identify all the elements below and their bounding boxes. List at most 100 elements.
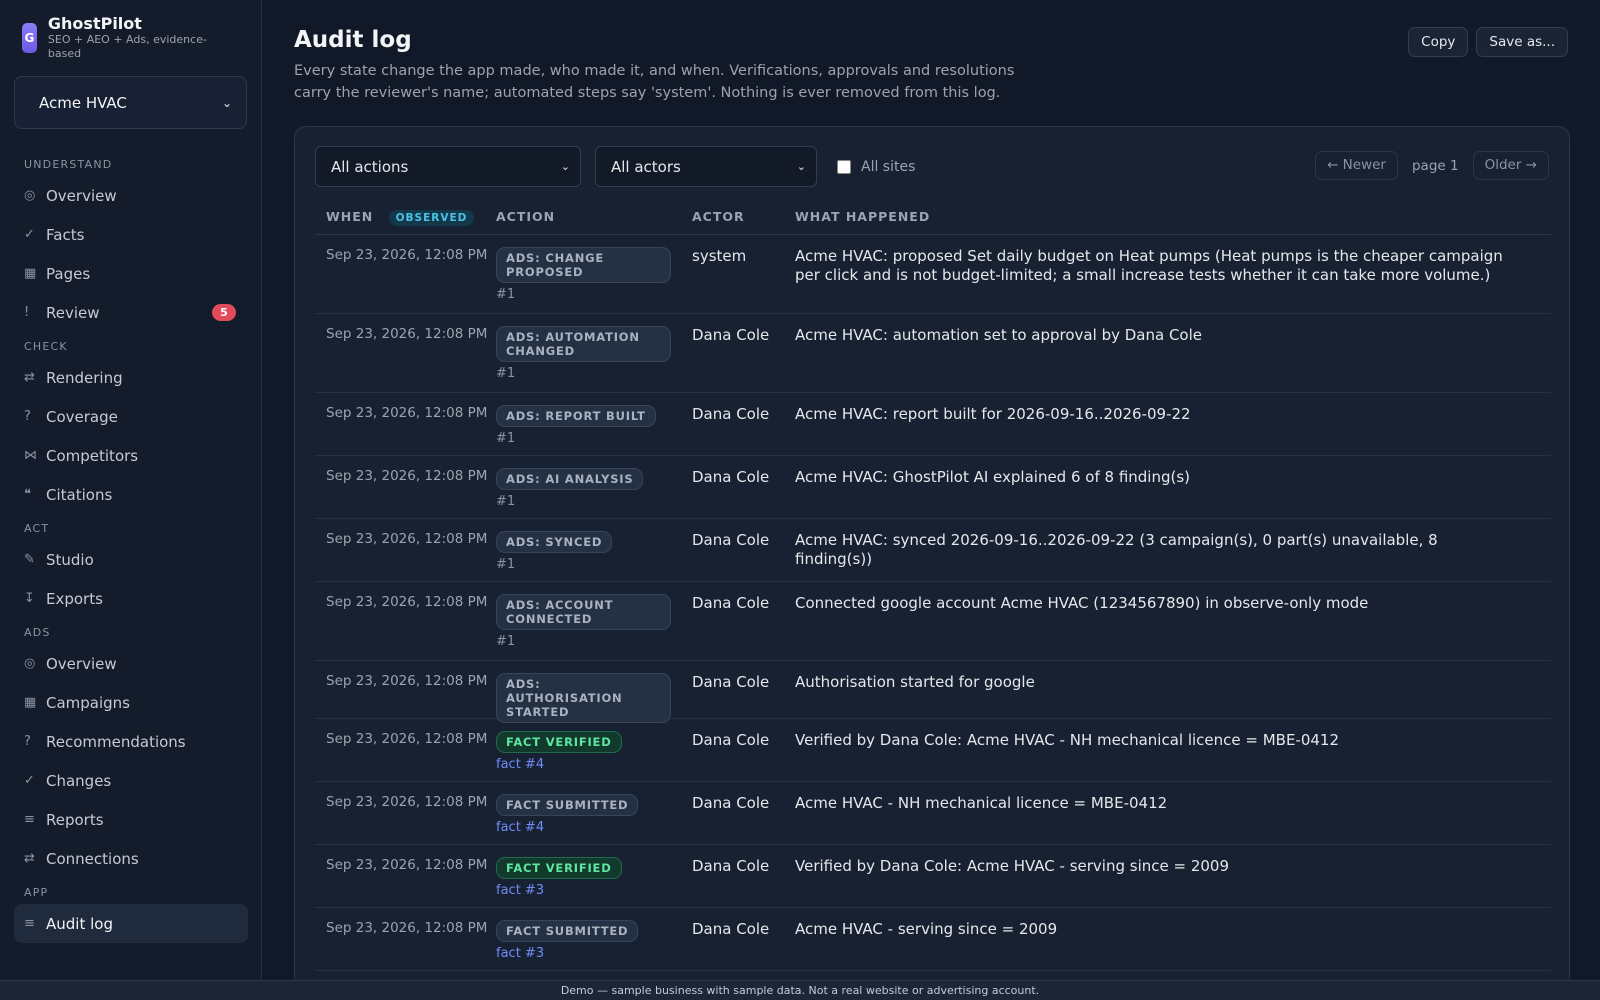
row-description: Acme HVAC: automation set to approval by…	[795, 326, 1202, 344]
list-icon: ≡	[24, 812, 35, 827]
row-timestamp: Sep 23, 2026, 12:08 PM	[326, 857, 488, 873]
sidebar-item-campaigns[interactable]: ▦ Campaigns	[0, 683, 261, 722]
table-row[interactable]: Sep 23, 2026, 12:08 PM ADS: ACCOUNT CONN…	[315, 582, 1551, 661]
sidebar-item-reports[interactable]: ≡ Reports	[0, 800, 261, 839]
sidebar-item-label: Competitors	[46, 446, 139, 465]
all-sites-toggle[interactable]: All sites	[837, 159, 915, 175]
sidebar-item-label: Review	[46, 303, 100, 322]
row-timestamp: Sep 23, 2026, 12:08 PM	[326, 731, 488, 747]
column-header-what: WHAT HAPPENED	[795, 209, 931, 224]
action-badge: ADS: ACCOUNT CONNECTED	[496, 594, 671, 630]
row-description: Acme HVAC: proposed Set daily budget on …	[795, 247, 1503, 284]
sidebar-item-label: Overview	[46, 186, 117, 205]
action-badge: ADS: AUTOMATION CHANGED	[496, 326, 671, 362]
sidebar-item-audit-log[interactable]: ≡ Audit log	[14, 904, 248, 943]
sidebar-item-changes[interactable]: ✓ Changes	[0, 761, 261, 800]
nav-section-title: ADS	[24, 626, 51, 639]
row-timestamp: Sep 23, 2026, 12:08 PM	[326, 247, 488, 263]
sidebar-item-label: Changes	[46, 771, 112, 790]
nav-section-title: UNDERSTAND	[24, 158, 113, 171]
action-badge: ADS: AI ANALYSIS	[496, 468, 644, 490]
action-badge: ADS: AUTHORISATION STARTED	[496, 673, 671, 723]
table-row[interactable]: Sep 23, 2026, 12:08 PM ADS: AI ANALYSIS …	[315, 456, 1551, 519]
table-row[interactable]: Sep 23, 2026, 12:08 PM FACT SUBMITTED fa…	[315, 908, 1551, 971]
row-action: ADS: AI ANALYSIS #1	[496, 468, 671, 509]
sidebar-item-citations[interactable]: ❝ Citations	[0, 475, 261, 514]
column-header-when[interactable]: WHEN OBSERVED	[326, 209, 475, 226]
nav-section-title: ACT	[24, 522, 50, 535]
row-actor: Dana Cole	[692, 594, 770, 612]
row-actor: Dana Cole	[692, 673, 770, 691]
row-actor: Dana Cole	[692, 531, 770, 549]
campaigns-icon: ▦	[24, 695, 37, 710]
newer-button[interactable]: ← Newer	[1315, 151, 1398, 180]
sidebar-item-label: Reports	[46, 810, 104, 829]
list-icon: ≡	[24, 916, 35, 931]
sidebar-item-facts[interactable]: ✓ Facts	[0, 215, 261, 254]
row-description: Verified by Dana Cole: Acme HVAC - servi…	[795, 857, 1230, 875]
row-action: FACT VERIFIED fact #4	[496, 731, 671, 772]
sidebar-item-recommendations[interactable]: ? Recommendations	[0, 722, 261, 761]
nav-section-title: CHECK	[24, 340, 68, 353]
row-timestamp: Sep 23, 2026, 12:08 PM	[326, 468, 488, 484]
row-ref: #1	[496, 494, 516, 509]
sidebar-item-review[interactable]: ! Review 5	[0, 293, 261, 332]
sidebar-item-studio[interactable]: ✎ Studio	[0, 540, 261, 579]
brand[interactable]: G GhostPilot SEO + AEO + Ads, evidence-b…	[0, 0, 261, 60]
save-as-button[interactable]: Save as...	[1476, 27, 1568, 57]
table-row[interactable]: Sep 23, 2026, 12:08 PM ADS: REPORT BUILT…	[315, 393, 1551, 456]
all-sites-checkbox[interactable]	[837, 159, 851, 174]
top-actions: Copy Save as...	[1408, 27, 1568, 57]
compare-icon: ⋈	[24, 448, 37, 463]
sidebar-item-connections[interactable]: ⇄ Connections	[0, 839, 261, 878]
action-filter-select[interactable]: All actions ⌄	[315, 146, 581, 187]
alert-icon: !	[24, 305, 30, 320]
audit-log-card: All actions ⌄ All actors ⌄ All sites ← N…	[294, 126, 1570, 1000]
sidebar-item-competitors[interactable]: ⋈ Competitors	[0, 436, 261, 475]
fact-link[interactable]: fact #4	[496, 757, 671, 772]
when-header-label: WHEN	[326, 209, 374, 224]
sidebar-item-overview[interactable]: ◎ Overview	[0, 176, 261, 215]
chevron-down-icon: ⌄	[221, 95, 232, 110]
column-header-action: ACTION	[496, 209, 556, 224]
site-select[interactable]: Acme HVAC ⌄	[14, 76, 247, 129]
sidebar-item-overview[interactable]: ◎ Overview	[0, 644, 261, 683]
sidebar-item-label: Studio	[46, 550, 94, 569]
table-row[interactable]: Sep 23, 2026, 12:08 PM FACT VERIFIED fac…	[315, 845, 1551, 908]
all-sites-label: All sites	[861, 158, 916, 175]
row-timestamp: Sep 23, 2026, 12:08 PM	[326, 794, 488, 810]
row-timestamp: Sep 23, 2026, 12:08 PM	[326, 673, 488, 689]
row-description: Verified by Dana Cole: Acme HVAC - NH me…	[795, 731, 1340, 749]
table-row[interactable]: Sep 23, 2026, 12:08 PM ADS: SYNCED #1 Da…	[315, 519, 1551, 582]
sidebar-item-label: Exports	[46, 589, 103, 608]
row-actor: Dana Cole	[692, 794, 770, 812]
fact-link[interactable]: fact #3	[496, 946, 671, 961]
sidebar-item-pages[interactable]: ▦ Pages	[0, 254, 261, 293]
table-row[interactable]: Sep 23, 2026, 12:08 PM ADS: CHANGE PROPO…	[315, 235, 1551, 314]
row-ref: #1	[496, 366, 516, 381]
table-row[interactable]: Sep 23, 2026, 12:08 PM ADS: AUTOMATION C…	[315, 314, 1551, 393]
row-actor: system	[692, 247, 747, 265]
row-action: ADS: SYNCED #1	[496, 531, 671, 572]
download-icon: ↧	[24, 591, 35, 606]
logo-icon: G	[22, 23, 37, 53]
overview-icon: ◎	[24, 188, 36, 203]
pencil-icon: ✎	[24, 552, 35, 567]
sidebar-item-rendering[interactable]: ⇄ Rendering	[0, 358, 261, 397]
row-action: ADS: ACCOUNT CONNECTED #1	[496, 594, 671, 649]
fact-link[interactable]: fact #3	[496, 883, 671, 898]
older-button[interactable]: Older →	[1472, 151, 1549, 180]
action-badge: ADS: CHANGE PROPOSED	[496, 247, 671, 283]
sidebar-item-exports[interactable]: ↧ Exports	[0, 579, 261, 618]
sidebar-item-coverage[interactable]: ? Coverage	[0, 397, 261, 436]
row-actor: Dana Cole	[692, 326, 770, 344]
row-actor: Dana Cole	[692, 731, 770, 749]
copy-button[interactable]: Copy	[1408, 27, 1469, 57]
fact-link[interactable]: fact #4	[496, 820, 671, 835]
table-row[interactable]: Sep 23, 2026, 12:08 PM FACT SUBMITTED fa…	[315, 782, 1551, 845]
table-row[interactable]: Sep 23, 2026, 12:08 PM ADS: AUTHORISATIO…	[315, 661, 1551, 723]
filters: All actions ⌄ All actors ⌄ All sites	[315, 146, 915, 187]
row-timestamp: Sep 23, 2026, 12:08 PM	[326, 920, 488, 936]
table-row[interactable]: Sep 23, 2026, 12:08 PM FACT VERIFIED fac…	[315, 719, 1551, 782]
actor-filter-select[interactable]: All actors ⌄	[595, 146, 817, 187]
